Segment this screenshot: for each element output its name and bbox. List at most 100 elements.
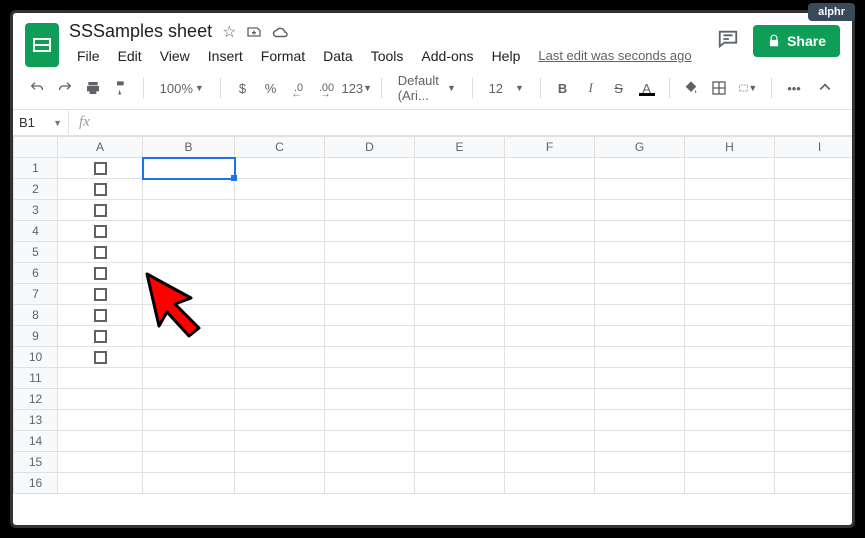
cell[interactable]	[58, 473, 143, 494]
cell[interactable]	[595, 389, 685, 410]
cell[interactable]	[595, 158, 685, 179]
cell[interactable]	[143, 200, 235, 221]
format-currency-button[interactable]: $	[231, 75, 255, 101]
merge-cells-button[interactable]: ▼	[735, 75, 761, 101]
cell[interactable]	[505, 221, 595, 242]
checkbox-icon[interactable]	[94, 246, 107, 259]
cell[interactable]	[775, 389, 853, 410]
cell[interactable]	[415, 158, 505, 179]
cell[interactable]	[58, 410, 143, 431]
cell[interactable]	[143, 305, 235, 326]
cell[interactable]	[325, 263, 415, 284]
cell[interactable]	[595, 284, 685, 305]
column-header[interactable]: I	[775, 137, 853, 158]
cell[interactable]	[505, 473, 595, 494]
cell[interactable]	[235, 200, 325, 221]
cell[interactable]	[415, 389, 505, 410]
cell[interactable]	[595, 347, 685, 368]
cell[interactable]	[595, 200, 685, 221]
column-header[interactable]: G	[595, 137, 685, 158]
cell[interactable]	[685, 347, 775, 368]
column-header[interactable]: B	[143, 137, 235, 158]
row-header[interactable]: 12	[14, 389, 58, 410]
cell[interactable]	[595, 368, 685, 389]
cell[interactable]	[143, 179, 235, 200]
cell[interactable]	[685, 473, 775, 494]
cell[interactable]	[505, 452, 595, 473]
row-header[interactable]: 9	[14, 326, 58, 347]
cell[interactable]	[775, 410, 853, 431]
row-header[interactable]: 3	[14, 200, 58, 221]
text-color-button[interactable]: A	[635, 75, 659, 101]
cell[interactable]	[685, 221, 775, 242]
cell[interactable]	[505, 242, 595, 263]
cell[interactable]	[505, 326, 595, 347]
cell[interactable]	[415, 473, 505, 494]
cell[interactable]	[143, 368, 235, 389]
last-edit-link[interactable]: Last edit was seconds ago	[530, 45, 699, 67]
cell[interactable]	[595, 263, 685, 284]
cell[interactable]	[775, 179, 853, 200]
row-header[interactable]: 2	[14, 179, 58, 200]
cell[interactable]	[595, 221, 685, 242]
cell[interactable]	[505, 305, 595, 326]
row-header[interactable]: 7	[14, 284, 58, 305]
cell[interactable]	[775, 368, 853, 389]
cell[interactable]	[58, 431, 143, 452]
cell[interactable]	[595, 452, 685, 473]
cell[interactable]	[325, 242, 415, 263]
cell[interactable]	[415, 179, 505, 200]
cell[interactable]	[58, 221, 143, 242]
row-header[interactable]: 6	[14, 263, 58, 284]
cell[interactable]	[595, 431, 685, 452]
cell[interactable]	[415, 347, 505, 368]
cell[interactable]	[775, 452, 853, 473]
cell[interactable]	[505, 389, 595, 410]
menu-addons[interactable]: Add-ons	[413, 45, 481, 67]
menu-help[interactable]: Help	[484, 45, 529, 67]
sheets-logo-icon[interactable]	[25, 23, 59, 67]
cell[interactable]	[143, 221, 235, 242]
cell[interactable]	[235, 473, 325, 494]
cell[interactable]	[775, 158, 853, 179]
row-header[interactable]: 1	[14, 158, 58, 179]
checkbox-icon[interactable]	[94, 204, 107, 217]
share-button[interactable]: Share	[753, 25, 840, 57]
menu-edit[interactable]: Edit	[110, 45, 150, 67]
cell[interactable]	[58, 242, 143, 263]
checkbox-icon[interactable]	[94, 309, 107, 322]
undo-button[interactable]	[25, 75, 49, 101]
cell[interactable]	[235, 431, 325, 452]
format-percent-button[interactable]: %	[259, 75, 283, 101]
row-header[interactable]: 4	[14, 221, 58, 242]
row-header[interactable]: 16	[14, 473, 58, 494]
menu-format[interactable]: Format	[253, 45, 313, 67]
print-button[interactable]	[81, 75, 105, 101]
move-icon[interactable]	[246, 24, 262, 40]
checkbox-icon[interactable]	[94, 183, 107, 196]
cell[interactable]	[235, 179, 325, 200]
cell[interactable]	[685, 263, 775, 284]
cell[interactable]	[775, 263, 853, 284]
cell[interactable]	[775, 284, 853, 305]
cell[interactable]	[505, 410, 595, 431]
cell[interactable]	[235, 368, 325, 389]
cell[interactable]	[235, 221, 325, 242]
star-icon[interactable]: ☆	[222, 22, 236, 42]
cell[interactable]	[143, 242, 235, 263]
cell[interactable]	[595, 179, 685, 200]
checkbox-icon[interactable]	[94, 267, 107, 280]
cell[interactable]	[415, 221, 505, 242]
cell[interactable]	[325, 221, 415, 242]
cell[interactable]	[415, 326, 505, 347]
cell[interactable]	[415, 368, 505, 389]
cell[interactable]	[685, 284, 775, 305]
cell[interactable]	[595, 242, 685, 263]
cell[interactable]	[775, 242, 853, 263]
cell[interactable]	[143, 473, 235, 494]
cell[interactable]	[325, 179, 415, 200]
cell[interactable]	[58, 158, 143, 179]
cell[interactable]	[415, 284, 505, 305]
zoom-dropdown[interactable]: 100% ▼	[154, 81, 210, 96]
checkbox-icon[interactable]	[94, 162, 107, 175]
